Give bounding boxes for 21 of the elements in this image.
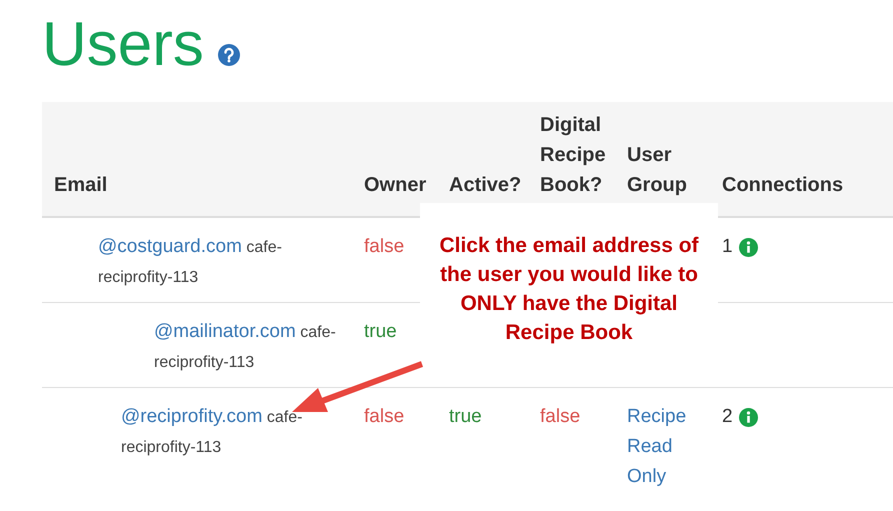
email-cell-text: @reciprofity.com cafe-reciprofity-113 bbox=[120, 405, 304, 458]
column-header[interactable]: Email bbox=[42, 102, 352, 218]
email-link[interactable]: @reciprofity.com bbox=[121, 406, 262, 427]
boolean-value: false bbox=[364, 236, 404, 257]
connection-count: 2 bbox=[722, 405, 733, 429]
info-icon[interactable] bbox=[738, 408, 758, 426]
email-link[interactable]: @costguard.com bbox=[98, 236, 242, 257]
boolean-value: false bbox=[540, 406, 580, 427]
column-header[interactable]: Connections bbox=[710, 102, 893, 218]
connection-count: 1 bbox=[722, 235, 733, 259]
user-group-link[interactable]: Recipe Read Only bbox=[627, 402, 698, 492]
email-cell: @costguard.com cafe-reciprofity-113 bbox=[42, 218, 352, 303]
info-icon[interactable] bbox=[738, 238, 758, 256]
boolean-value: false bbox=[364, 406, 404, 427]
email-link[interactable]: @mailinator.com bbox=[154, 321, 296, 342]
column-header[interactable]: Owner bbox=[352, 102, 437, 218]
email-cell: @mailinator.com cafe-reciprofity-113 bbox=[42, 303, 352, 388]
boolean-value: true bbox=[449, 406, 482, 427]
page-title: Users bbox=[42, 10, 204, 80]
boolean-value: true bbox=[364, 321, 397, 342]
help-icon[interactable] bbox=[218, 44, 240, 66]
